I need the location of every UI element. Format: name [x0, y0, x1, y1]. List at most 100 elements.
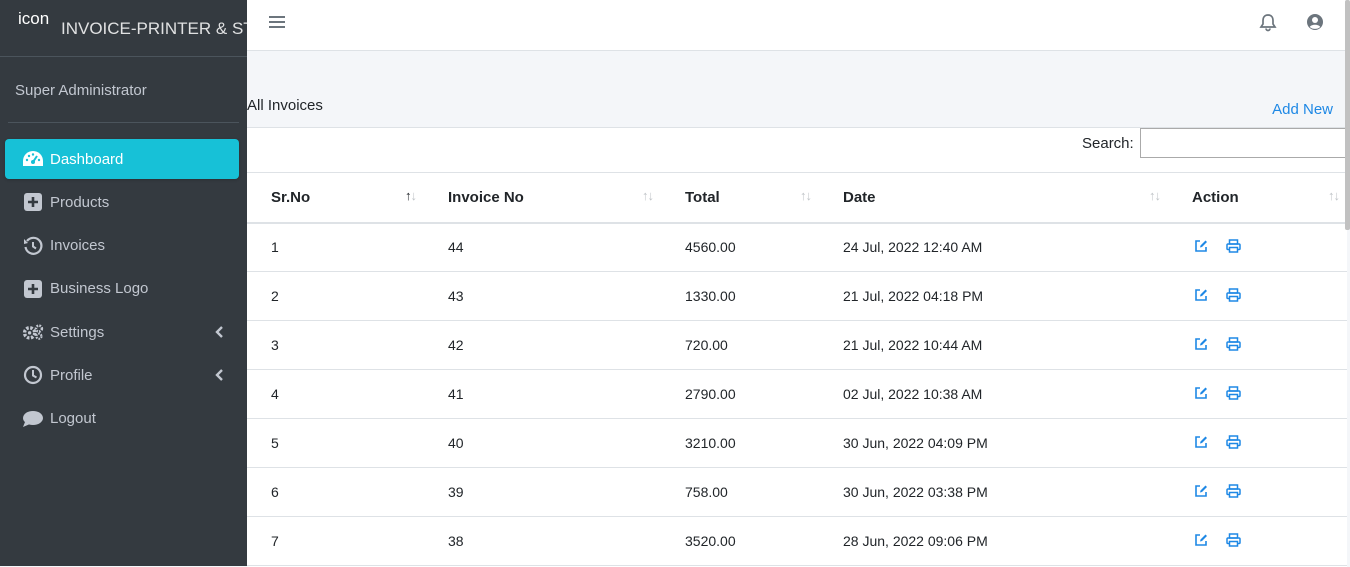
- sidebar-item-label: Invoices: [50, 237, 106, 255]
- sidebar-item-products[interactable]: Products: [5, 182, 239, 222]
- table-row: 1 44 4560.00 24 Jul, 2022 12:40 AM: [247, 223, 1347, 272]
- edit-icon[interactable]: [1194, 337, 1208, 351]
- comment-icon: [22, 409, 44, 429]
- sidebar-item-label: Dashboard: [50, 150, 124, 168]
- table-row: 3 42 720.00 21 Jul, 2022 10:44 AM: [247, 321, 1347, 370]
- edit-icon[interactable]: [1194, 533, 1208, 547]
- add-new-link[interactable]: Add New: [1272, 101, 1333, 118]
- date-cell: 21 Jul, 2022 10:44 AM: [843, 337, 983, 353]
- total-cell: 3210.00: [685, 435, 736, 451]
- date-cell: 21 Jul, 2022 04:18 PM: [843, 288, 984, 304]
- sidebar-item-label: Business Logo: [50, 280, 149, 298]
- sort-icon: ↑↓: [800, 188, 812, 203]
- hamburger-menu-icon[interactable]: [269, 14, 285, 35]
- table-body: 1 44 4560.00 24 Jul, 2022 12:40 AM 2 43 …: [247, 223, 1347, 566]
- brand-title: INVOICE-PRINTER & STOCK: [61, 19, 247, 38]
- date-cell: 24 Jul, 2022 12:40 AM: [843, 239, 983, 256]
- edit-icon[interactable]: [1194, 288, 1208, 302]
- user-circle-icon[interactable]: [1306, 13, 1324, 36]
- brand[interactable]: icon INVOICE-PRINTER & STOCK: [0, 0, 247, 57]
- print-icon[interactable]: [1226, 434, 1241, 449]
- action-cell: [1168, 483, 1255, 501]
- sr-no-cell: 6: [271, 484, 279, 500]
- sr-no-cell: 1: [271, 239, 279, 256]
- sidebar-item-settings[interactable]: Settings: [5, 312, 239, 352]
- user-name[interactable]: Super Administrator: [15, 82, 147, 99]
- sr-no-cell: 2: [271, 288, 279, 304]
- chevron-left-icon: [215, 368, 223, 385]
- plus-square-icon: [22, 192, 44, 212]
- date-cell: 28 Jun, 2022 09:06 PM: [843, 533, 988, 549]
- print-icon[interactable]: [1226, 483, 1241, 498]
- column-header-sr-no[interactable]: Sr.No ↑↓: [247, 173, 424, 223]
- history-icon: [22, 236, 44, 256]
- user-panel: Super Administrator: [8, 57, 239, 123]
- table-row: 7 38 3520.00 28 Jun, 2022 09:06 PM: [247, 517, 1347, 566]
- sr-no-cell: 3: [271, 337, 279, 353]
- sidebar-item-business-logo[interactable]: Business Logo: [5, 269, 239, 309]
- column-header-total[interactable]: Total ↑↓: [661, 173, 819, 223]
- sidebar-item-profile[interactable]: Profile: [5, 355, 239, 395]
- date-cell: 02 Jul, 2022 10:38 AM: [843, 386, 983, 402]
- table-header-row: Sr.No ↑↓ Invoice No ↑↓ Total ↑↓ Date ↑↓: [247, 172, 1347, 223]
- action-cell: [1168, 287, 1255, 305]
- sidebar-nav: Dashboard Products Invoices Business Log…: [0, 139, 247, 439]
- action-cell: [1168, 434, 1255, 452]
- print-icon[interactable]: [1226, 336, 1241, 351]
- sidebar-item-label: Profile: [50, 366, 93, 384]
- top-navbar: [247, 0, 1350, 51]
- total-cell: 2790.00: [685, 386, 736, 402]
- sort-ascending-icon: ↑↓: [405, 188, 417, 203]
- search-input[interactable]: [1140, 128, 1347, 158]
- sidebar-item-dashboard[interactable]: Dashboard: [5, 139, 239, 179]
- invoice-no-cell: 43: [448, 288, 464, 304]
- edit-icon[interactable]: [1194, 435, 1208, 449]
- sr-no-cell: 7: [271, 533, 279, 549]
- chevron-left-icon: [215, 325, 223, 342]
- column-header-invoice-no[interactable]: Invoice No ↑↓: [424, 173, 661, 223]
- table-row: 2 43 1330.00 21 Jul, 2022 04:18 PM: [247, 272, 1347, 321]
- sort-icon: ↑↓: [642, 188, 654, 203]
- bell-icon[interactable]: [1259, 13, 1277, 37]
- print-icon[interactable]: [1226, 239, 1241, 253]
- sort-icon: ↑↓: [1149, 188, 1161, 203]
- sr-no-cell: 4: [271, 386, 279, 402]
- table-row: 6 39 758.00 30 Jun, 2022 03:38 PM: [247, 468, 1347, 517]
- print-icon[interactable]: [1226, 532, 1241, 547]
- clock-icon: [22, 365, 44, 385]
- action-cell: [1168, 532, 1255, 550]
- invoice-no-cell: 42: [448, 337, 464, 353]
- print-icon[interactable]: [1226, 287, 1241, 302]
- date-cell: 30 Jun, 2022 03:38 PM: [843, 484, 988, 500]
- sidebar-item-invoices[interactable]: Invoices: [5, 226, 239, 266]
- print-icon[interactable]: [1226, 385, 1241, 400]
- plus-square-icon: [22, 279, 44, 299]
- sidebar-item-label: Settings: [50, 323, 105, 341]
- page-title: All Invoices: [247, 97, 323, 114]
- edit-icon[interactable]: [1194, 484, 1208, 498]
- action-cell: [1168, 336, 1255, 354]
- page-scrollbar[interactable]: [1345, 0, 1350, 230]
- sidebar-item-logout[interactable]: Logout: [5, 399, 239, 439]
- total-cell: 4560.00: [685, 239, 736, 256]
- invoice-no-cell: 38: [448, 533, 464, 549]
- invoice-no-cell: 41: [448, 386, 464, 402]
- total-cell: 1330.00: [685, 288, 736, 304]
- invoice-no-cell: 39: [448, 484, 464, 500]
- sidebar: icon INVOICE-PRINTER & STOCK Super Admin…: [0, 0, 247, 566]
- total-cell: 720.00: [685, 337, 728, 353]
- total-cell: 3520.00: [685, 533, 736, 549]
- main-content: All Invoices Add New Search: Sr.No ↑↓ In…: [247, 51, 1350, 567]
- sidebar-item-label: Products: [50, 193, 110, 211]
- column-header-action[interactable]: Action ↑↓: [1168, 173, 1347, 223]
- tachometer-icon: [22, 149, 44, 169]
- edit-icon[interactable]: [1194, 239, 1208, 253]
- sort-icon: ↑↓: [1328, 188, 1340, 203]
- page-header: All Invoices Add New: [247, 51, 1350, 128]
- action-cell: [1168, 239, 1255, 256]
- sidebar-item-label: Logout: [50, 410, 96, 428]
- table-row: 4 41 2790.00 02 Jul, 2022 10:38 AM: [247, 370, 1347, 419]
- table-row: 5 40 3210.00 30 Jun, 2022 04:09 PM: [247, 419, 1347, 468]
- edit-icon[interactable]: [1194, 386, 1208, 400]
- column-header-date[interactable]: Date ↑↓: [819, 173, 1168, 223]
